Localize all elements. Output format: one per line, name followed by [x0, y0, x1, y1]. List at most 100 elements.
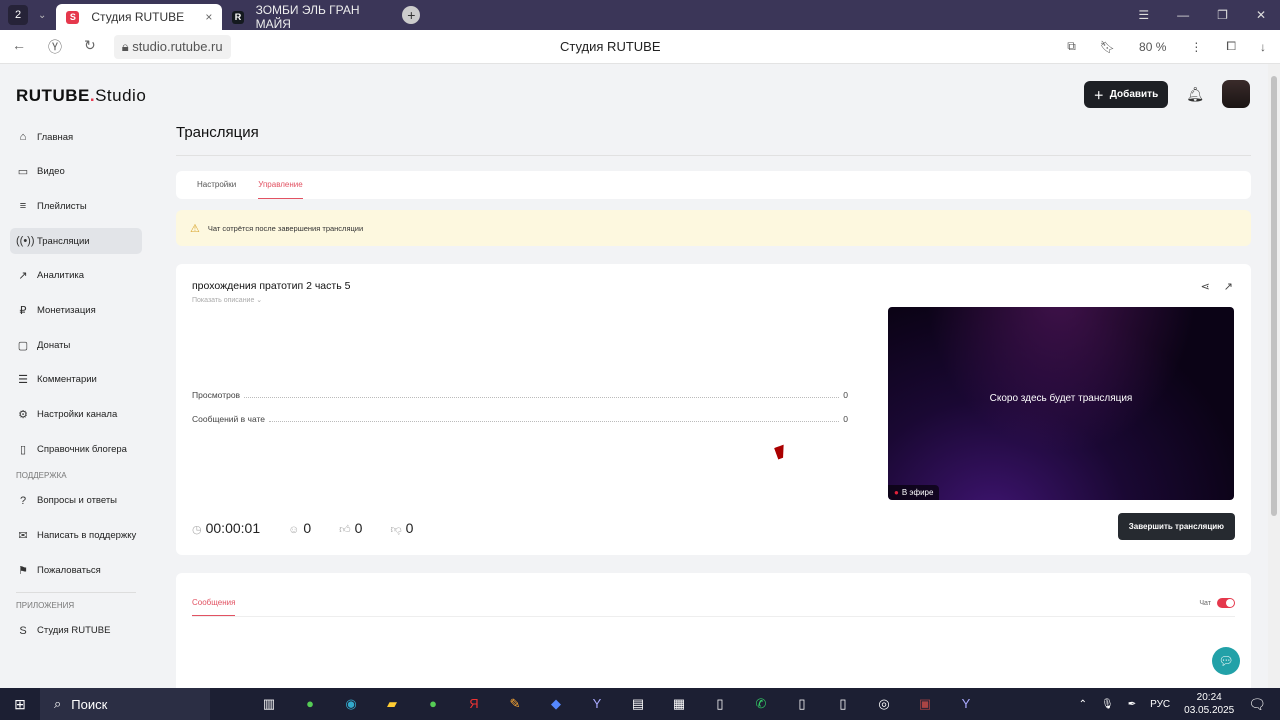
- whatsapp-icon[interactable]: ✆: [750, 696, 772, 712]
- obs-icon[interactable]: ◎: [873, 696, 895, 712]
- edge-icon[interactable]: ◉: [340, 696, 362, 712]
- yandex-browser-icon[interactable]: Y: [586, 696, 608, 712]
- user-icon: ☺: [288, 524, 300, 536]
- taskbar-search[interactable]: ⌕ Поиск: [40, 688, 210, 720]
- download-icon[interactable]: ↓: [1260, 40, 1266, 54]
- sidebar-item-label: Видео: [37, 166, 65, 178]
- app-icon[interactable]: ◆: [545, 696, 567, 712]
- sidebar: RUTUBE.Studio ⌂ Главная ▭ Видео ≡ Плейлисты ((…: [0, 64, 160, 688]
- chat-toggle[interactable]: [1217, 598, 1235, 608]
- sidebar-item[interactable]: ⚙ Настройки канала: [10, 402, 142, 428]
- likes-count: 👍︎ 0: [339, 520, 363, 536]
- back-icon[interactable]: ←: [12, 37, 26, 57]
- sidebar-item-icon: ⌂: [19, 131, 27, 143]
- sidebar-item-icon: ₽: [19, 304, 27, 317]
- sidebar-item[interactable]: ((•)) Трансляции: [10, 228, 142, 255]
- sidebar-item-label: Настройки канала: [37, 409, 118, 420]
- yandex-icon[interactable]: Ⓨ: [48, 37, 62, 57]
- stat-chat-messages: Сообщений в чате 0: [192, 414, 848, 424]
- sidebar-item[interactable]: ⚑ Пожаловаться: [10, 557, 142, 583]
- app-icon[interactable]: ▣: [914, 696, 936, 712]
- sidebar-item[interactable]: ₽ Монетизация: [10, 297, 142, 323]
- notifications-bell-icon[interactable]: 🔔︎: [1186, 86, 1204, 103]
- sidebar-item-label: Справочник блогера: [37, 443, 127, 455]
- stream-title: прохождения пратотип 2 часть 5: [192, 280, 351, 292]
- menu-icon[interactable]: ☰: [1138, 8, 1149, 22]
- sidebar-item-label: Пожаловаться: [37, 564, 101, 576]
- file-icon[interactable]: ▯: [791, 696, 813, 712]
- language-indicator[interactable]: РУС: [1150, 699, 1170, 710]
- sidebar-item-icon: ≡: [19, 200, 27, 213]
- sidebar-item-label: Главная: [37, 131, 74, 143]
- zoom-level[interactable]: 80 %: [1139, 40, 1166, 54]
- translate-icon[interactable]: ⧉: [1067, 39, 1076, 54]
- tab-messages[interactable]: Сообщения: [192, 598, 236, 616]
- browser-tab-rutube[interactable]: R ЗОМБИ ЭЛЬ ГРАН МАЙЯ: [222, 3, 388, 31]
- sidebar-item[interactable]: ≡ Плейлисты: [10, 193, 142, 219]
- file-icon[interactable]: ▯: [709, 696, 731, 712]
- chevron-up-icon[interactable]: ⌃: [1079, 699, 1087, 710]
- sidebar-item[interactable]: ↗ Аналитика: [10, 263, 142, 289]
- sidebar-item-icon: ☰: [18, 374, 28, 387]
- sidebar-item[interactable]: ▭ Видео: [10, 159, 142, 185]
- bookmark-icon[interactable]: 🔖︎: [1100, 40, 1115, 54]
- app-icon[interactable]: ●: [422, 696, 444, 712]
- sidebar-item[interactable]: ☰ Комментарии: [10, 367, 142, 393]
- sidebar-item-icon: ▭: [17, 166, 29, 179]
- close-window-icon[interactable]: ✕: [1256, 8, 1266, 22]
- notifications-icon[interactable]: 🗨︎: [1248, 696, 1266, 713]
- file-icon[interactable]: ▯: [832, 696, 854, 712]
- divider: [176, 155, 1251, 156]
- task-view-icon[interactable]: ▥: [258, 696, 280, 712]
- avatar[interactable]: [1222, 80, 1250, 108]
- app-icon[interactable]: ✎: [504, 696, 526, 712]
- thumbs-down-icon: 👎︎: [390, 524, 402, 536]
- more-icon[interactable]: ⋮: [1190, 40, 1202, 54]
- sidebar-item-label: Трансляции: [37, 235, 90, 247]
- minimize-icon[interactable]: —: [1177, 8, 1189, 22]
- tab-management[interactable]: Управление: [258, 171, 303, 199]
- sidebar-item[interactable]: ⌂ Главная: [10, 124, 142, 150]
- share-icon[interactable]: ⋖: [1201, 280, 1210, 293]
- pen-icon[interactable]: ✒: [1128, 699, 1136, 710]
- yandex-icon[interactable]: Я: [463, 696, 485, 712]
- yandex-browser-icon[interactable]: Y: [955, 696, 977, 712]
- scrollbar[interactable]: [1268, 64, 1280, 688]
- app-icon[interactable]: ▦: [668, 696, 690, 712]
- sidebar-item[interactable]: ✉ Написать в поддержку: [10, 523, 142, 549]
- rutube-studio-logo[interactable]: RUTUBE.Studio: [16, 86, 146, 106]
- help-chat-button[interactable]: 💬︎: [1212, 647, 1240, 675]
- folder-icon[interactable]: ▰: [381, 696, 403, 712]
- external-link-icon[interactable]: ↗: [1224, 280, 1233, 293]
- end-stream-button[interactable]: Завершить трансляцию: [1117, 513, 1235, 540]
- restore-icon[interactable]: ❐: [1217, 8, 1228, 22]
- chevron-down-icon[interactable]: ⌄: [38, 10, 46, 21]
- chat-label: Чат: [1199, 599, 1211, 607]
- reload-icon[interactable]: ↻: [84, 37, 96, 57]
- sidebar-item[interactable]: S Студия RUTUBE: [10, 618, 142, 644]
- sidebar-item[interactable]: ? Вопросы и ответы: [10, 488, 142, 514]
- new-tab-button[interactable]: +: [402, 6, 421, 24]
- browser-tab-studio[interactable]: S Студия RUTUBE ×: [56, 4, 223, 30]
- add-button[interactable]: ＋ Добавить: [1083, 80, 1169, 108]
- app-icon[interactable]: ▤: [627, 696, 649, 712]
- microphone-icon[interactable]: 🎙︎: [1101, 699, 1114, 710]
- show-description-link[interactable]: Показать описание ⌄: [192, 296, 262, 304]
- sidebar-item-icon: ⚑: [18, 564, 28, 577]
- windows-start-icon[interactable]: ⊞: [0, 696, 40, 713]
- sidebar-item-icon: S: [19, 624, 27, 637]
- dislikes-count: 👎︎ 0: [390, 520, 414, 536]
- tab-label: ЗОМБИ ЭЛЬ ГРАН МАЙЯ: [255, 3, 360, 31]
- stream-preview-player[interactable]: Скоро здесь будет трансляция ● В эфире: [888, 307, 1234, 500]
- close-icon[interactable]: ×: [205, 10, 212, 24]
- extensions-icon[interactable]: ⧠: [1226, 39, 1236, 54]
- tab-groups-button[interactable]: 2: [8, 5, 28, 25]
- tab-settings[interactable]: Настройки: [197, 171, 236, 199]
- app-icon[interactable]: ●: [299, 696, 321, 712]
- sidebar-item[interactable]: ▯ Справочник блогера: [10, 436, 142, 462]
- sidebar-item-label: Плейлисты: [37, 200, 87, 212]
- page-title: Трансляция: [176, 124, 259, 141]
- sidebar-item[interactable]: ▢ Донаты: [10, 332, 142, 358]
- url-input[interactable]: 🔒︎ studio.rutube.ru: [113, 34, 231, 59]
- clock[interactable]: 20:24 03.05.2025: [1184, 691, 1234, 717]
